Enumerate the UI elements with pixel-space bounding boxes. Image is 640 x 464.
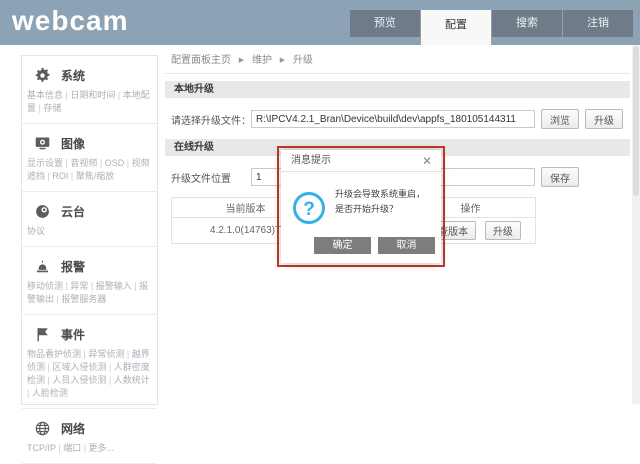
link-separator: |: [81, 443, 88, 453]
sidebar-link[interactable]: 移动侦测: [27, 281, 63, 291]
red-annotation-box: 消息提示 ✕ ? 升级会导致系统重启，是否开始升级？ 确定 取消: [277, 146, 445, 267]
link-separator: |: [124, 349, 131, 359]
sidebar-link[interactable]: 日期和时间: [70, 90, 115, 100]
ok-button[interactable]: 确定: [314, 237, 371, 254]
link-separator: |: [88, 281, 95, 291]
link-separator: |: [106, 375, 113, 385]
sidebar-links-ptz: 协议: [26, 225, 153, 238]
local-upgrade-section-title: 本地升级: [165, 81, 630, 98]
sidebar-section-system: 系统 基本信息 | 日期和时间 | 本地配置 | 存储: [22, 56, 157, 124]
online-upgrade-button[interactable]: 升级: [485, 221, 521, 240]
scrollbar-thumb[interactable]: [633, 46, 639, 196]
sidebar-links-alarm: 移动侦测 | 异常 | 报警输入 | 报警输出 | 报警服务器: [26, 280, 153, 306]
link-separator: |: [68, 171, 75, 181]
sidebar-links-image: 显示设置 | 音视频 | OSD | 视频遮挡 | ROI | 聚焦/缩放: [26, 157, 153, 183]
sidebar-link[interactable]: 物品看护侦测: [27, 349, 81, 359]
sidebar-link[interactable]: 聚焦/缩放: [76, 171, 115, 181]
breadcrumb-separator-icon: ▶: [280, 57, 285, 64]
sidebar-section-alarm-title[interactable]: 报警: [34, 258, 153, 275]
app-header: webcam 预览 配置 搜索 注销: [0, 0, 640, 45]
local-upgrade-row: 请选择升级文件： 浏览 升级: [171, 109, 630, 129]
sidebar-section-event-title[interactable]: 事件: [34, 326, 153, 343]
sidebar-section-alarm: 报警 移动侦测 | 异常 | 报警输入 | 报警输出 | 报警服务器: [22, 247, 157, 315]
cancel-button[interactable]: 取消: [378, 237, 435, 254]
sidebar-section-ptz-title[interactable]: 云台: [34, 203, 153, 220]
question-icon: ?: [293, 192, 325, 224]
sidebar-section-ptz: 云台 协议: [22, 192, 157, 247]
sidebar-section-system-title[interactable]: 系统: [34, 67, 153, 84]
upgrade-location-label: 升级文件位置: [171, 170, 251, 185]
sidebar-link[interactable]: 人员入侵侦测: [52, 375, 106, 385]
browse-button[interactable]: 浏览: [541, 109, 579, 129]
dialog-buttons: 确定 取消: [281, 224, 441, 254]
message-dialog: 消息提示 ✕ ? 升级会导致系统重启，是否开始升级？ 确定 取消: [281, 150, 441, 263]
ptz-camera-icon: [34, 203, 51, 220]
link-separator: |: [97, 158, 104, 168]
sidebar-section-event: 事件 物品看护侦测 | 异常侦测 | 越界侦测 | 区域入侵侦测 | 人群密度检…: [22, 315, 157, 409]
sidebar: 系统 基本信息 | 日期和时间 | 本地配置 | 存储 图像 显示设置 | 音视…: [21, 55, 158, 405]
sidebar-link[interactable]: 异常: [70, 281, 88, 291]
sidebar-links-event: 物品看护侦测 | 异常侦测 | 越界侦测 | 区域入侵侦测 | 人群密度检测 |…: [26, 348, 153, 400]
close-icon[interactable]: ✕: [422, 150, 432, 172]
nav-tabs: 预览 配置 搜索 注销: [349, 10, 633, 45]
vertical-scrollbar[interactable]: [632, 45, 640, 404]
save-button[interactable]: 保存: [541, 167, 579, 187]
sidebar-section-network-title[interactable]: 网络: [34, 420, 153, 437]
sidebar-link[interactable]: 协议: [27, 226, 45, 236]
display-icon: [34, 135, 51, 152]
network-globe-icon: [34, 420, 51, 437]
sidebar-section-network: 网络 TCP/IP | 端口 | 更多...: [22, 409, 157, 464]
dialog-title: 消息提示: [291, 155, 331, 166]
dialog-titlebar[interactable]: 消息提示 ✕: [281, 150, 441, 172]
link-separator: |: [56, 443, 63, 453]
gear-icon: [34, 67, 51, 84]
sidebar-section-image-title[interactable]: 图像: [34, 135, 153, 152]
sidebar-link[interactable]: 报警输入: [96, 281, 132, 291]
sidebar-link[interactable]: 基本信息: [27, 90, 63, 100]
tab-preview[interactable]: 预览: [350, 10, 420, 37]
dialog-message: 升级会导致系统重启，是否开始升级？: [335, 183, 433, 224]
sidebar-link[interactable]: 存储: [43, 103, 61, 113]
tab-logout[interactable]: 注销: [563, 10, 633, 37]
sidebar-link[interactable]: 异常侦测: [88, 349, 124, 359]
dialog-body: ? 升级会导致系统重启，是否开始升级？: [281, 172, 441, 224]
webcam-logo: webcam: [12, 5, 129, 37]
upgrade-file-input[interactable]: [251, 110, 535, 128]
breadcrumb: 配置面板主页 ▶ 维护 ▶ 升级: [165, 45, 630, 74]
event-flag-icon: [34, 326, 51, 343]
upgrade-file-label: 请选择升级文件：: [171, 112, 251, 127]
link-separator: |: [115, 90, 122, 100]
breadcrumb-home[interactable]: 配置面板主页: [171, 55, 231, 66]
sidebar-link[interactable]: 音视频: [70, 158, 97, 168]
sidebar-link[interactable]: 人脸检测: [32, 388, 68, 398]
sidebar-link[interactable]: 区域入侵侦测: [52, 362, 106, 372]
sidebar-links-network: TCP/IP | 端口 | 更多...: [26, 442, 153, 455]
breadcrumb-upgrade: 升级: [293, 55, 313, 66]
tab-config[interactable]: 配置: [421, 10, 491, 45]
sidebar-link[interactable]: TCP/IP: [27, 443, 56, 453]
sidebar-link[interactable]: 更多...: [89, 443, 115, 453]
sidebar-links-system: 基本信息 | 日期和时间 | 本地配置 | 存储: [26, 89, 153, 115]
alarm-icon: [34, 258, 51, 275]
sidebar-link[interactable]: 报警服务器: [61, 294, 106, 304]
link-separator: |: [132, 281, 139, 291]
sidebar-link[interactable]: ROI: [52, 171, 68, 181]
breadcrumb-maintenance[interactable]: 维护: [252, 55, 272, 66]
link-separator: |: [106, 362, 113, 372]
tab-search[interactable]: 搜索: [492, 10, 562, 37]
sidebar-link[interactable]: OSD: [105, 158, 125, 168]
sidebar-link[interactable]: 显示设置: [27, 158, 63, 168]
link-separator: |: [124, 158, 131, 168]
sidebar-link[interactable]: 人数统计: [114, 375, 150, 385]
local-upgrade-button[interactable]: 升级: [585, 109, 623, 129]
sidebar-section-image: 图像 显示设置 | 音视频 | OSD | 视频遮挡 | ROI | 聚焦/缩放: [22, 124, 157, 192]
sidebar-link[interactable]: 端口: [63, 443, 81, 453]
breadcrumb-separator-icon: ▶: [239, 57, 244, 64]
